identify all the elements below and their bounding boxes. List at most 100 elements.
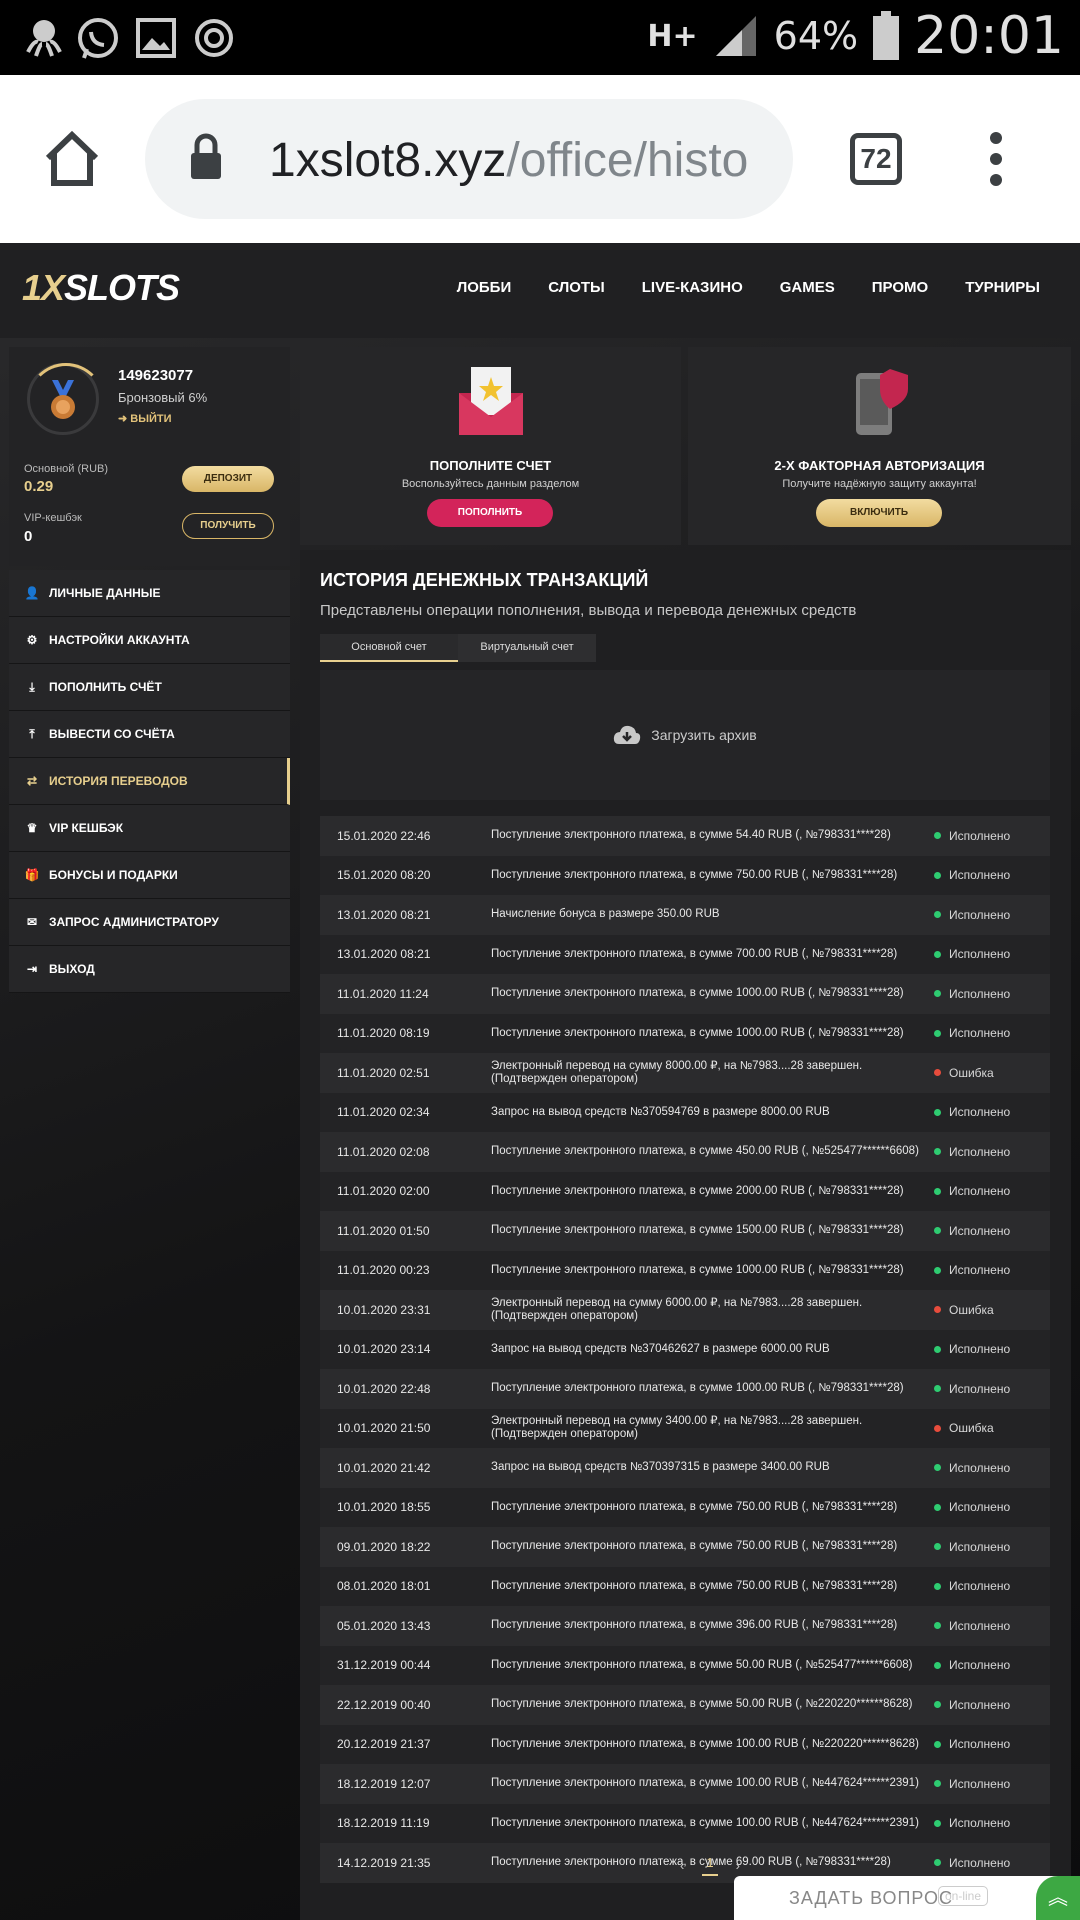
row-status: Исполнено — [934, 1567, 1010, 1607]
nav-slots[interactable]: СЛОТЫ — [548, 279, 605, 296]
menu-withdraw[interactable]: ⤒ ВЫВЕСТИ СО СЧЁТА — [9, 711, 290, 758]
status-dot-icon — [934, 832, 941, 840]
row-date: 10.01.2020 21:42 — [337, 1460, 431, 1475]
row-description: Поступление электронного платежа, в сумм… — [491, 1184, 904, 1197]
row-description: Начисление бонуса в размере 350.00 RUB — [491, 908, 720, 921]
table-row: 22.12.2019 00:40 Поступление электронного… — [320, 1685, 1050, 1725]
deposit-promo-card: ПОПОЛНИТЕ СЧЕТ Воспользуйтесь данным раз… — [300, 347, 681, 545]
row-description: Поступление электронного платежа, в сумм… — [491, 829, 891, 842]
menu-logout[interactable]: ⇥ ВЫХОД — [9, 946, 290, 993]
nav-promo[interactable]: ПРОМО — [872, 279, 928, 296]
status-dot-icon — [934, 1187, 941, 1195]
chevron-up-icon[interactable]: ︽ — [1036, 1876, 1080, 1920]
menu-vip-cashback[interactable]: ♛ VIP КЕШБЭК — [9, 805, 290, 852]
menu-label: ЛИЧНЫЕ ДАННЫЕ — [49, 586, 161, 600]
row-date: 09.01.2020 18:22 — [337, 1539, 431, 1554]
deposit-button[interactable]: ДЕПОЗИТ — [182, 466, 274, 492]
two-factor-title: 2-Х ФАКТОРНАЯ АВТОРИЗАЦИЯ — [774, 458, 985, 473]
status-dot-icon — [934, 1661, 941, 1669]
row-date: 13.01.2020 08:21 — [337, 947, 431, 962]
receive-cashback-button[interactable]: ПОЛУЧИТЬ — [182, 513, 274, 539]
row-date: 18.12.2019 12:07 — [337, 1776, 431, 1791]
menu-personal-data[interactable]: 👤 ЛИЧНЫЕ ДАННЫЕ — [9, 570, 290, 617]
logo-white-part: SLOTS — [64, 267, 180, 308]
upload-icon: ⤒ — [29, 726, 35, 741]
nav-games[interactable]: GAMES — [780, 279, 835, 296]
page-title: ИСТОРИЯ ДЕНЕЖНЫХ ТРАНЗАКЦИЙ — [320, 570, 649, 590]
nav-tournaments[interactable]: ТУРНИРЫ — [965, 279, 1040, 296]
nav-lobby[interactable]: ЛОББИ — [457, 279, 512, 296]
table-row: 18.12.2019 12:07 Поступление электронного… — [320, 1764, 1050, 1804]
enable-2fa-button[interactable]: ВКЛЮЧИТЬ — [816, 499, 942, 527]
download-icon: ⤓ — [29, 679, 35, 694]
status-label: Исполнено — [949, 986, 1011, 1001]
home-icon[interactable] — [43, 130, 101, 188]
status-label: Исполнено — [949, 1144, 1011, 1159]
status-label: Исполнено — [949, 1579, 1011, 1594]
row-status: Исполнено — [934, 895, 1010, 935]
row-status: Ошибка — [934, 1409, 994, 1449]
clock: 20:01 — [914, 6, 1064, 66]
site-header: 1XSLOTS ЛОББИ СЛОТЫ LIVE-КАЗИНО GAMES ПР… — [0, 243, 1080, 338]
status-label: Исполнено — [949, 1816, 1011, 1831]
ask-question-widget[interactable]: ЗАДАТЬ ВОПРОС on-line ︽ — [734, 1876, 1080, 1920]
tab-virtual-account[interactable]: Виртуальный счет — [458, 634, 596, 662]
row-description: Поступление электронного платежа, в сумм… — [491, 947, 898, 960]
main-balance-label: Основной (RUB) — [24, 463, 109, 475]
menu-deposit[interactable]: ⤓ ПОПОЛНИТЬ СЧЁТ — [9, 664, 290, 711]
status-dot-icon — [934, 1424, 941, 1432]
row-description: Поступление электронного платежа, в сумм… — [491, 987, 904, 1000]
status-label: Ошибка — [949, 1421, 994, 1436]
prev-page-button[interactable]: ‹ — [680, 1858, 684, 1873]
logout-label: ВЫЙТИ — [130, 413, 172, 425]
table-row: 15.01.2020 08:20 Поступление электронного… — [320, 855, 1050, 895]
two-factor-subtitle: Получите надёжную защиту аккаунта! — [782, 478, 977, 490]
status-label: Исполнено — [949, 1539, 1011, 1554]
tab-switcher-button[interactable]: 72 — [850, 133, 902, 185]
menu-transfer-history[interactable]: ⇄ ИСТОРИЯ ПЕРЕВОДОВ — [9, 758, 290, 805]
vip-cashback-value: 0 — [24, 528, 33, 545]
row-description: Поступление электронного платежа, в сумм… — [491, 1382, 904, 1395]
address-bar[interactable]: 1xslot8.xyz/office/histo — [145, 99, 793, 219]
sync-icon — [195, 19, 233, 57]
page-1-button[interactable]: 1 — [702, 1855, 718, 1876]
download-archive-button[interactable]: Загрузить архив — [320, 670, 1050, 800]
table-row: 09.01.2020 18:22 Поступление электронного… — [320, 1527, 1050, 1567]
row-status: Исполнено — [934, 1211, 1010, 1251]
transactions-panel: ИСТОРИЯ ДЕНЕЖНЫХ ТРАНЗАКЦИЙ Представлены… — [300, 550, 1071, 1920]
deposit-card-button[interactable]: ПОПОЛНИТЬ — [427, 499, 553, 527]
mail-icon: ✉ — [26, 915, 38, 929]
user-add-icon: 👤 — [24, 586, 40, 600]
menu-account-settings[interactable]: ⚙ НАСТРОЙКИ АККАУНТА — [9, 617, 290, 664]
status-label: Исполнено — [949, 1105, 1011, 1120]
site-logo[interactable]: 1XSLOTS — [22, 267, 180, 309]
row-status: Исполнено — [934, 1685, 1010, 1725]
status-label: Исполнено — [949, 907, 1011, 922]
table-row: 31.12.2019 00:44 Поступление электронного… — [320, 1645, 1050, 1685]
logout-link[interactable]: ➜ ВЫЙТИ — [118, 412, 172, 425]
table-row: 13.01.2020 08:21 Начисление бонуса в разм… — [320, 895, 1050, 935]
more-menu-icon[interactable] — [986, 130, 1006, 188]
row-description: Поступление электронного платежа, в сумм… — [491, 1777, 919, 1790]
row-description: Поступление электронного платежа, в сумм… — [491, 1737, 919, 1750]
next-page-button[interactable]: › — [736, 1858, 740, 1873]
row-status: Исполнено — [934, 1330, 1010, 1370]
row-description: Поступление электронного платежа, в сумм… — [491, 1145, 919, 1158]
row-status: Исполнено — [934, 1606, 1010, 1646]
row-date: 10.01.2020 22:48 — [337, 1381, 431, 1396]
whatsapp-icon — [78, 18, 118, 59]
table-row: 11.01.2020 11:24 Поступление электронного… — [320, 974, 1050, 1014]
tab-main-account[interactable]: Основной счет — [320, 634, 458, 662]
menu-admin-request[interactable]: ✉ ЗАПРОС АДМИНИСТРАТОРУ — [9, 899, 290, 946]
row-status: Исполнено — [934, 1093, 1010, 1133]
row-date: 10.01.2020 21:50 — [337, 1421, 431, 1436]
vip-cashback-label: VIP-кешбэк — [24, 512, 82, 524]
menu-bonuses[interactable]: 🎁 БОНУСЫ И ПОДАРКИ — [9, 852, 290, 899]
table-row: 10.01.2020 23:31 Электронный перевод на с… — [320, 1290, 1050, 1330]
row-description: Поступление электронного платежа, в сумм… — [491, 1816, 919, 1829]
loyalty-rank: Бронзовый 6% — [118, 390, 208, 405]
site-content: 1XSLOTS ЛОББИ СЛОТЫ LIVE-КАЗИНО GAMES ПР… — [0, 243, 1080, 1920]
nav-live-casino[interactable]: LIVE-КАЗИНО — [642, 279, 743, 296]
status-dot-icon — [934, 1227, 941, 1235]
table-row: 10.01.2020 18:55 Поступление электронного… — [320, 1487, 1050, 1527]
